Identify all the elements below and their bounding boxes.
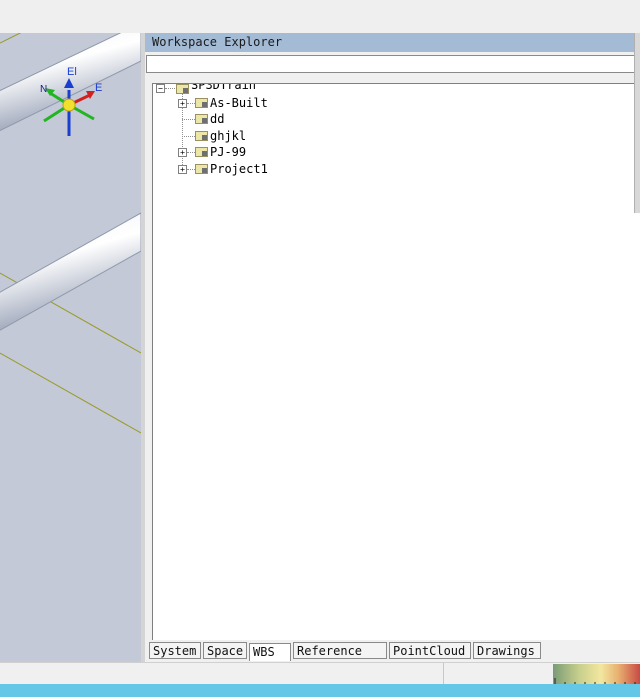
- compass-label-up: El: [67, 66, 77, 78]
- status-divider: [443, 663, 444, 685]
- panel-title: Workspace Explorer: [145, 33, 640, 52]
- expand-toggle[interactable]: +: [178, 148, 187, 157]
- tree-item-ghjkl[interactable]: ghjkl: [153, 128, 453, 144]
- grid-line: [0, 352, 141, 434]
- panel-scrollbar[interactable]: [634, 33, 640, 213]
- workspace-explorer-panel: Workspace Explorer − SP3DTrain + As-Buil…: [145, 33, 640, 662]
- workspace-search-input[interactable]: [146, 55, 640, 73]
- tree-item-label: dd: [210, 112, 225, 126]
- tab-reference-3d[interactable]: Reference 3D: [293, 642, 387, 674]
- workspace-tree[interactable]: − SP3DTrain + As-Built dd ghjkl + PJ-99: [152, 83, 640, 653]
- tab-space[interactable]: Space: [203, 642, 247, 659]
- folder-icon: [195, 98, 208, 108]
- tab-wbs[interactable]: WBS: [249, 643, 291, 661]
- tab-system[interactable]: System: [149, 642, 201, 659]
- tab-pointcloud[interactable]: PointCloud: [389, 642, 471, 659]
- tree-item-label: ghjkl: [210, 129, 247, 143]
- folder-icon: [195, 164, 208, 174]
- folder-icon: [176, 84, 189, 94]
- folder-icon: [195, 131, 208, 141]
- tree-item-label: As-Built: [210, 96, 268, 110]
- tree-item-pj-99[interactable]: + PJ-99: [153, 144, 453, 160]
- viewport-scene: El N E: [0, 33, 141, 434]
- top-toolbar-area: [0, 0, 640, 33]
- compass-label-north: N: [40, 84, 47, 95]
- status-bar: [0, 662, 640, 685]
- pipe-lower: [0, 212, 141, 331]
- explorer-tab-strip: System Space WBS Reference 3D PointCloud…: [145, 640, 640, 674]
- folder-icon: [195, 147, 208, 157]
- tree-item-as-built[interactable]: + As-Built: [153, 95, 453, 111]
- tree-root-label[interactable]: SP3DTrain: [191, 84, 256, 93]
- compass-label-east: E: [95, 82, 102, 94]
- tab-drawings[interactable]: Drawings: [473, 642, 541, 659]
- tree-item-project1[interactable]: + Project1: [153, 161, 453, 177]
- tree-item-label: PJ-99: [210, 145, 247, 159]
- graphic-viewport[interactable]: El N E: [0, 33, 141, 662]
- folder-icon: [195, 114, 208, 124]
- os-taskbar: [0, 684, 640, 697]
- expand-toggle[interactable]: +: [178, 165, 187, 174]
- tree-item-dd[interactable]: dd: [153, 111, 453, 127]
- root-collapse-toggle[interactable]: −: [156, 84, 165, 93]
- expand-toggle[interactable]: +: [178, 99, 187, 108]
- tree-item-label: Project1: [210, 162, 268, 176]
